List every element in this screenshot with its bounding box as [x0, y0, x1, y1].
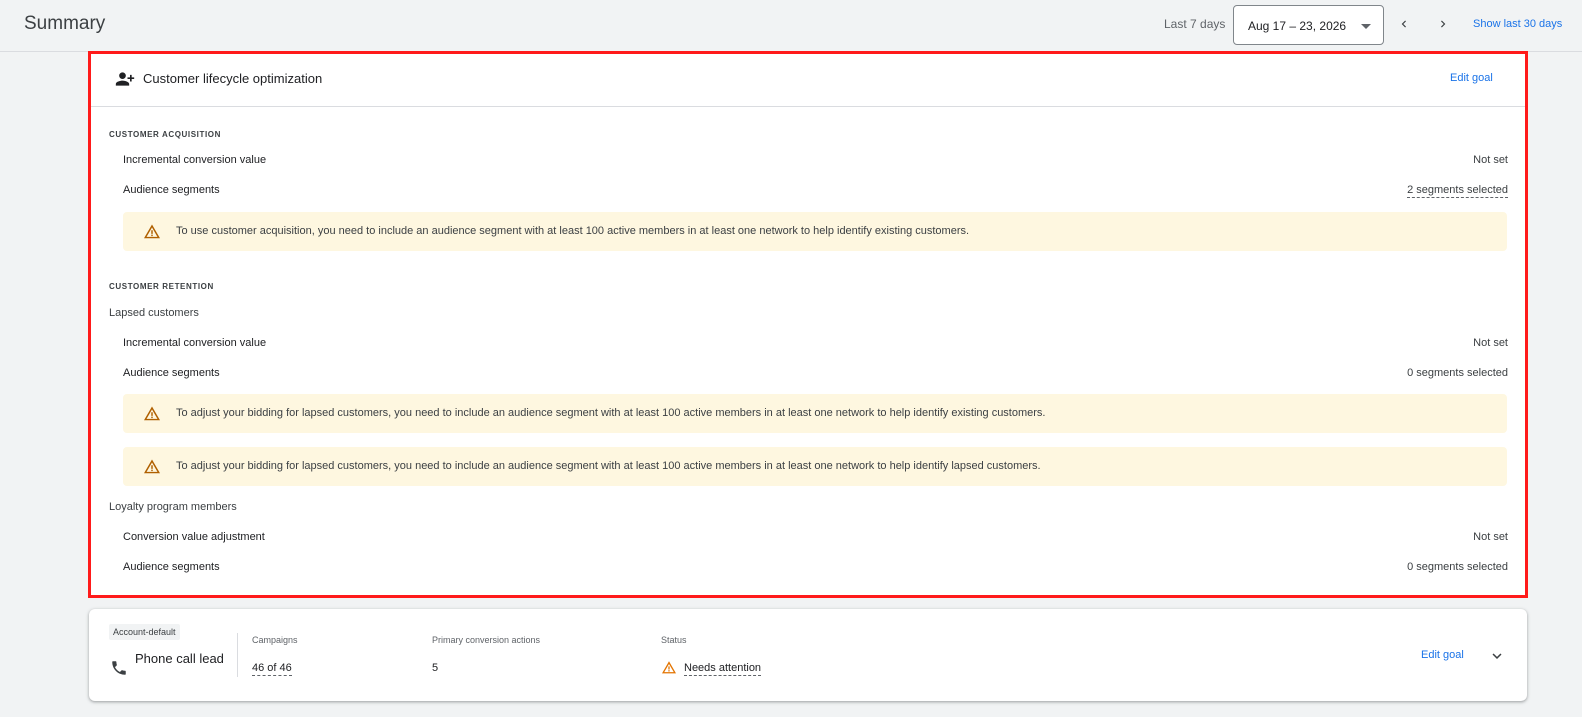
caret-down-icon: [1361, 24, 1371, 29]
loyalty-adjustment-label: Conversion value adjustment: [123, 531, 265, 543]
lapsed-customers-label: Lapsed customers: [109, 307, 199, 319]
acquisition-warning-text: To use customer acquisition, you need to…: [176, 225, 970, 237]
goal-card-title: Customer lifecycle optimization: [143, 71, 323, 86]
lapsed-warning-text-existing: To adjust your bidding for lapsed custom…: [176, 407, 1046, 419]
lapsed-incremental-label: Incremental conversion value: [123, 337, 267, 349]
goal-name: Phone call lead: [135, 651, 224, 666]
customer-retention-heading: CUSTOMER RETENTION: [109, 282, 214, 291]
campaigns-value[interactable]: 46 of 46: [252, 662, 292, 676]
date-range-label: Last 7 days: [1164, 17, 1226, 31]
loyalty-adjustment-value: Not set: [1473, 531, 1508, 543]
top-bar: Summary Last 7 days Aug 17 – 23, 2026 Sh…: [0, 0, 1582, 52]
loyalty-segments-value: 0 segments selected: [1407, 561, 1508, 573]
acquisition-incremental-label: Incremental conversion value: [123, 154, 267, 166]
acquisition-warning-banner: To use customer acquisition, you need to…: [123, 212, 1507, 251]
chevron-right-icon: [1441, 20, 1446, 28]
lapsed-warning-banner-lapsed: To adjust your bidding for lapsed custom…: [123, 447, 1507, 486]
customer-acquisition-heading: CUSTOMER ACQUISITION: [109, 130, 222, 139]
lapsed-warning-text-lapsed: To adjust your bidding for lapsed custom…: [176, 460, 1041, 472]
phone-call-lead-goal-card: Account-default Phone call lead Campaign…: [89, 609, 1527, 701]
primary-conversion-actions-header: Primary conversion actions: [432, 635, 541, 645]
previous-period-button[interactable]: [1390, 10, 1418, 38]
lapsed-segments-value: 0 segments selected: [1407, 367, 1508, 379]
campaigns-header: Campaigns: [252, 635, 298, 645]
chevron-left-icon: [1401, 20, 1406, 28]
warning-icon: [662, 661, 676, 674]
primary-conversion-actions-value: 5: [432, 662, 439, 674]
account-default-badge: Account-default: [109, 624, 180, 640]
warning-icon: [144, 459, 160, 474]
page-title: Summary: [24, 13, 106, 34]
divider: [237, 633, 238, 677]
acquisition-segments-value[interactable]: 2 segments selected: [1407, 184, 1508, 198]
lapsed-incremental-value: Not set: [1473, 337, 1508, 349]
acquisition-incremental-value: Not set: [1473, 154, 1508, 166]
person-add-icon: [115, 72, 135, 86]
edit-goal-link[interactable]: Edit goal: [1450, 72, 1493, 84]
status-value[interactable]: Needs attention: [684, 662, 762, 676]
status-header: Status: [661, 635, 687, 645]
lapsed-warning-banner-existing: To adjust your bidding for lapsed custom…: [123, 394, 1507, 433]
date-range-select[interactable]: Aug 17 – 23, 2026: [1233, 5, 1384, 45]
goal-card-header: Customer lifecycle optimization Edit goa…: [91, 54, 1525, 107]
customer-lifecycle-goal-card: Customer lifecycle optimization Edit goa…: [88, 51, 1528, 598]
phone-icon: [112, 661, 126, 675]
loyalty-members-label: Loyalty program members: [109, 501, 237, 513]
warning-icon: [144, 224, 160, 239]
next-period-button[interactable]: [1429, 10, 1457, 38]
chevron-down-icon[interactable]: [1488, 647, 1506, 665]
edit-goal-link[interactable]: Edit goal: [1421, 649, 1464, 661]
lapsed-segments-label: Audience segments: [123, 367, 220, 379]
show-last-30-days-link[interactable]: Show last 30 days: [1473, 18, 1562, 30]
date-range-value: Aug 17 – 23, 2026: [1248, 19, 1347, 33]
acquisition-segments-label: Audience segments: [123, 184, 220, 196]
loyalty-segments-label: Audience segments: [123, 561, 220, 573]
warning-icon: [144, 406, 160, 421]
